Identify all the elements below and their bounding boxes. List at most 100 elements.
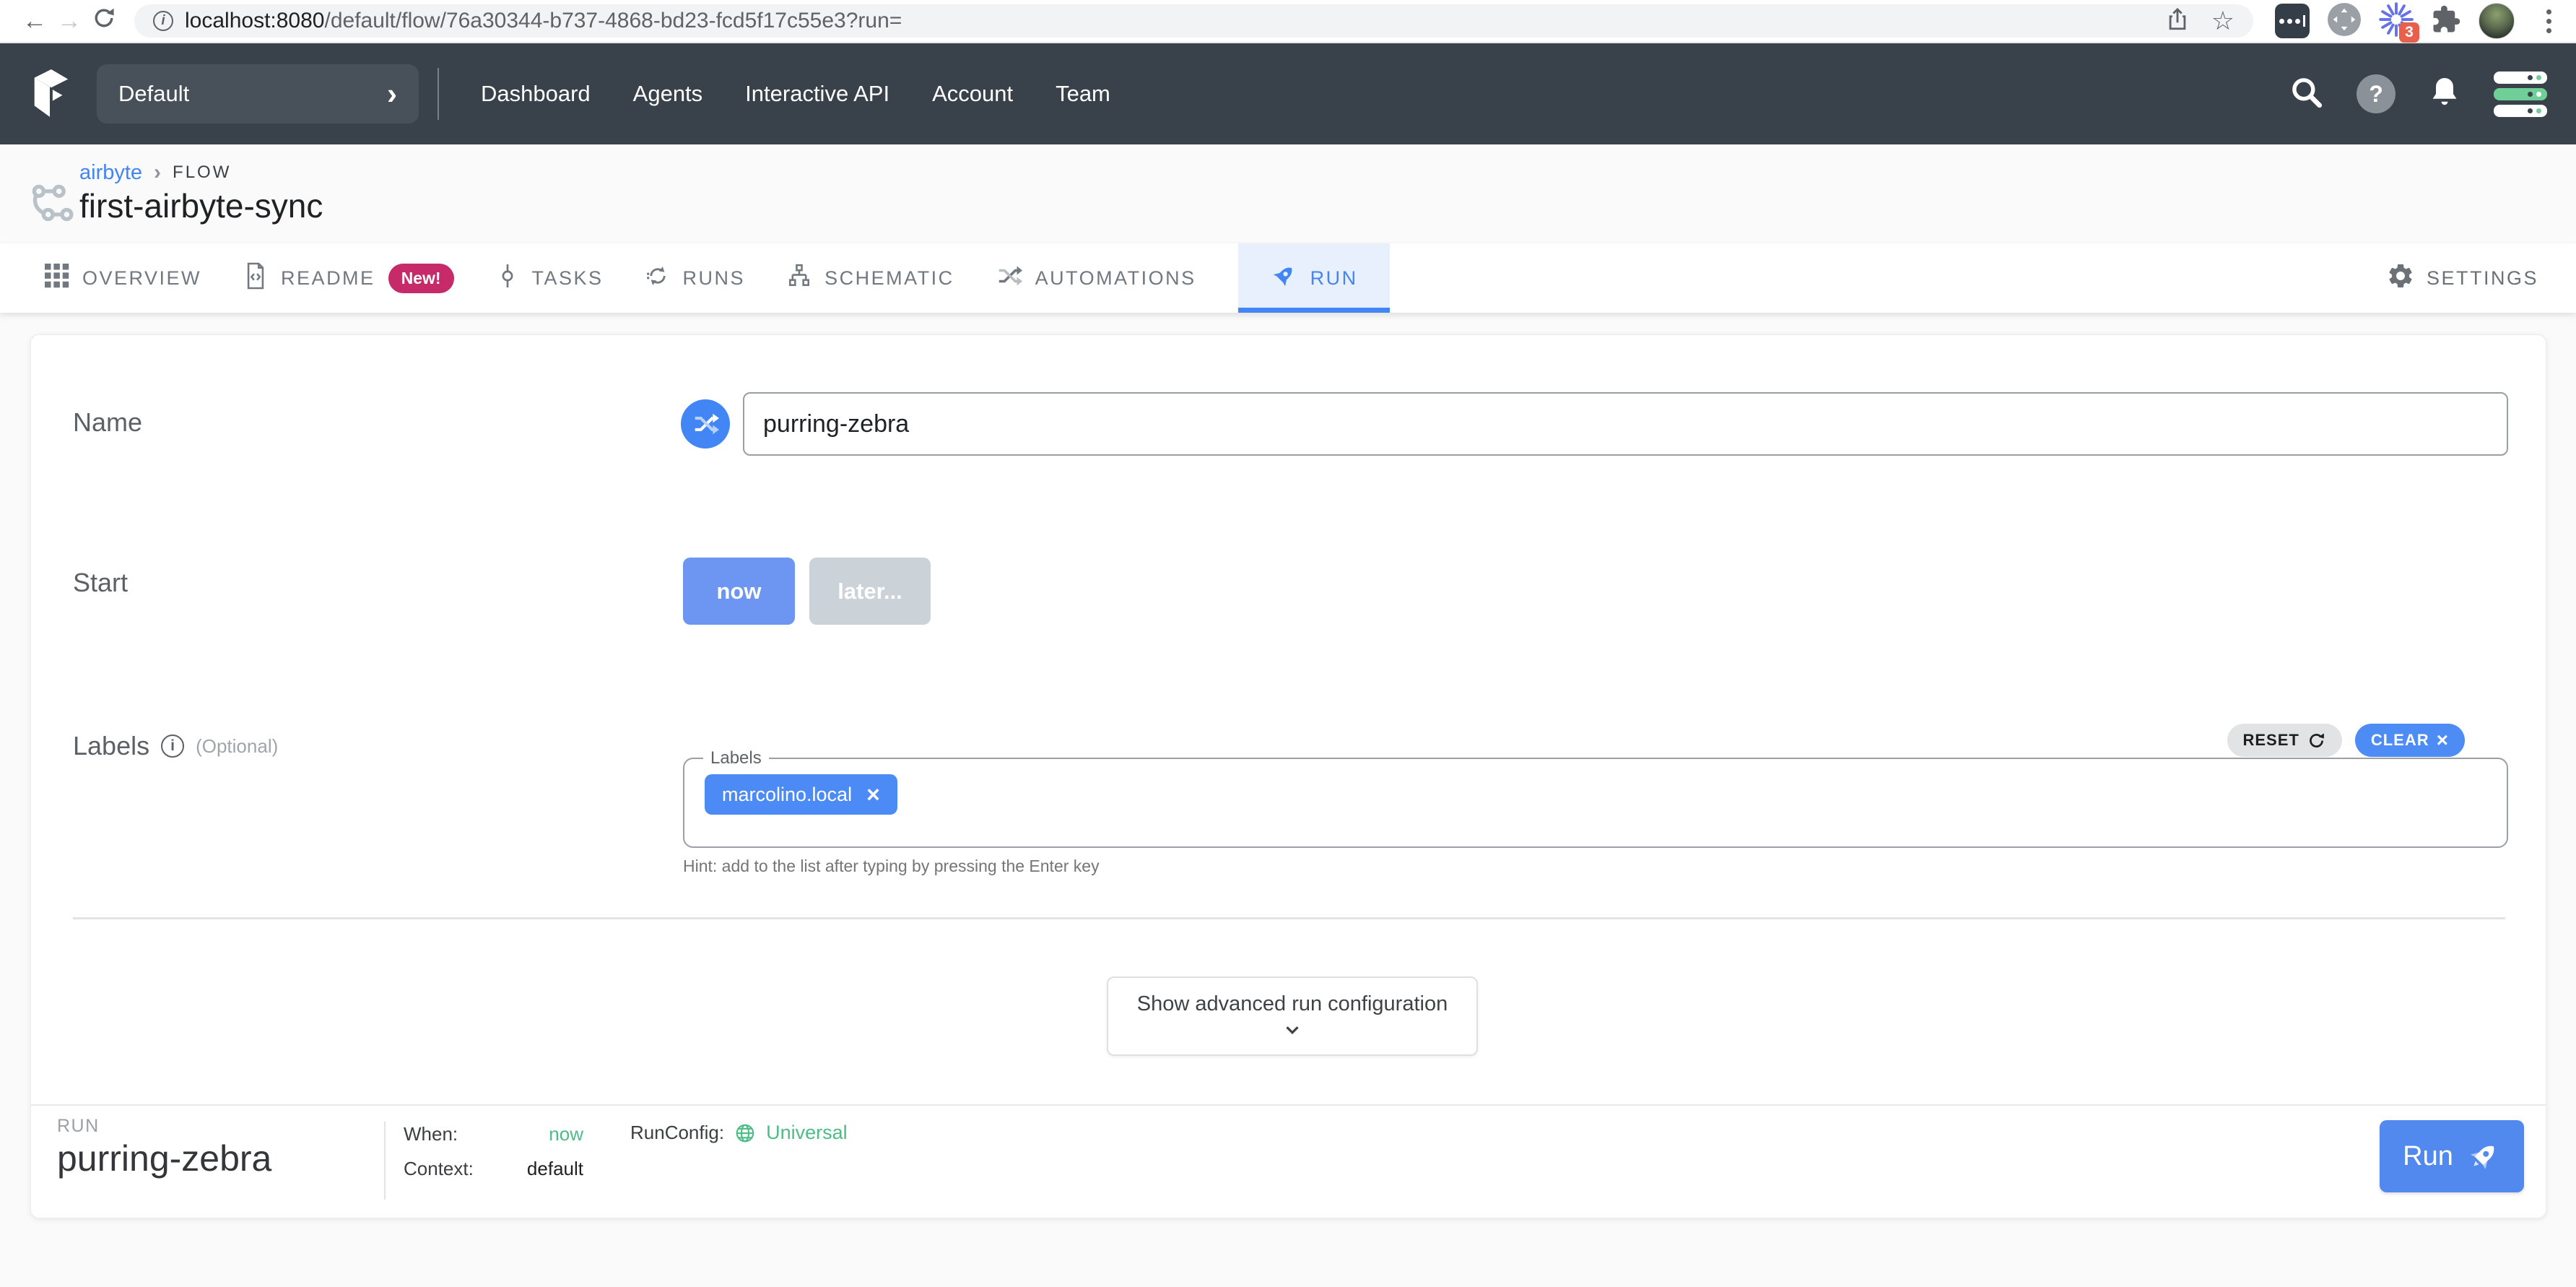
browser-forward-icon[interactable]: → <box>52 7 87 35</box>
browser-extensions: 3 <box>2275 2 2556 40</box>
tab-automations[interactable]: AUTOMATIONS <box>996 243 1196 313</box>
address-bar[interactable]: i localhost:8080/default/flow/76a30344-b… <box>134 4 2253 38</box>
run-summary-name: purring-zebra <box>57 1138 271 1179</box>
recorder-extension-icon[interactable] <box>2327 2 2362 40</box>
randomize-name-button[interactable] <box>681 399 730 448</box>
navbar-icons: ? <box>2289 72 2547 117</box>
show-advanced-button[interactable]: Show advanced run configuration <box>1107 976 1478 1056</box>
nav-link-account[interactable]: Account <box>932 81 1013 107</box>
nav-link-interactive-api[interactable]: Interactive API <box>745 81 889 107</box>
reset-label: RESET <box>2243 731 2299 750</box>
flow-icon <box>27 182 75 229</box>
breadcrumb: airbyte › FLOW <box>79 160 231 185</box>
schematic-tree-icon <box>787 264 811 293</box>
runconfig-value: Universal <box>766 1122 848 1144</box>
share-icon[interactable] <box>2165 7 2190 35</box>
bookmark-star-icon[interactable]: ☆ <box>2211 6 2235 36</box>
runs-loop-icon <box>645 264 670 293</box>
refresh-icon <box>2307 731 2326 750</box>
chevron-down-icon <box>1282 1019 1303 1041</box>
run-summary-bar: RUN purring-zebra When: now Context: def… <box>31 1104 2546 1218</box>
run-summary-label: RUN <box>57 1116 100 1137</box>
browser-reload-icon[interactable] <box>87 6 121 37</box>
start-later-button[interactable]: later... <box>809 558 931 625</box>
when-label: When: <box>404 1123 458 1145</box>
extensions-puzzle-icon[interactable] <box>2431 4 2461 38</box>
remove-label-icon[interactable]: × <box>866 783 880 806</box>
settings-label: SETTINGS <box>2427 267 2538 290</box>
shuffle-icon <box>996 263 1022 294</box>
site-info-icon[interactable]: i <box>153 11 173 31</box>
info-icon: i <box>161 734 184 758</box>
name-label: Name <box>73 407 142 438</box>
run-button[interactable]: Run <box>2380 1120 2524 1192</box>
new-badge: New! <box>388 264 454 293</box>
optional-label: (Optional) <box>196 735 278 758</box>
runconfig-row: RunConfig: Universal <box>630 1122 848 1144</box>
rocket-icon <box>1270 262 1297 295</box>
tab-label: RUNS <box>683 267 746 290</box>
navbar-divider <box>438 68 439 120</box>
browser-back-icon[interactable]: ← <box>17 7 52 35</box>
breadcrumb-namespace-link[interactable]: airbyte <box>79 161 142 185</box>
start-options: now later... <box>683 558 931 625</box>
labels-legend: Labels <box>703 748 769 768</box>
browser-menu-icon[interactable] <box>2542 5 2556 38</box>
footer-divider <box>384 1122 386 1200</box>
task-node-icon <box>496 263 519 294</box>
help-icon[interactable]: ? <box>2357 74 2396 113</box>
label-chip: marcolino.local × <box>705 774 897 815</box>
app-logo[interactable] <box>27 66 72 122</box>
readme-doc-icon <box>243 262 268 295</box>
project-selector[interactable]: Default › <box>97 64 419 124</box>
rocket-icon <box>2466 1139 2501 1174</box>
nav-link-team[interactable]: Team <box>1056 81 1110 107</box>
name-row <box>681 392 2508 456</box>
overview-grid-icon <box>45 264 69 293</box>
section-divider <box>73 917 2505 919</box>
nav-links: Dashboard Agents Interactive API Account… <box>481 81 1110 107</box>
tab-overview[interactable]: OVERVIEW <box>45 243 201 313</box>
tab-bar: OVERVIEW README New! TASKS RUNS SCHEMATI… <box>0 243 2576 313</box>
labels-hint: Hint: add to the list after typing by pr… <box>683 857 1100 876</box>
extension-badge: 3 <box>2399 22 2419 43</box>
start-now-button[interactable]: now <box>683 558 795 625</box>
context-value: default <box>461 1158 583 1180</box>
tab-label: TASKS <box>532 267 604 290</box>
labels-input-area[interactable]: Labels marcolino.local × <box>683 748 2508 848</box>
label-chip-text: marcolino.local <box>722 784 852 806</box>
globe-icon <box>734 1122 756 1144</box>
screen: ← → i localhost:8080/default/flow/76a303… <box>0 0 2576 1287</box>
chevron-right-icon: › <box>387 79 397 109</box>
advanced-label: Show advanced run configuration <box>1137 992 1448 1016</box>
nav-link-agents[interactable]: Agents <box>633 81 703 107</box>
browser-toolbar: ← → i localhost:8080/default/flow/76a303… <box>0 0 2576 43</box>
settings-button[interactable]: SETTINGS <box>2386 261 2538 295</box>
tab-label: OVERVIEW <box>82 267 201 290</box>
breadcrumb-chevron-icon: › <box>154 160 161 185</box>
page-header: airbyte › FLOW first-airbyte-sync VERSIO… <box>0 144 2576 243</box>
notifications-bell-icon[interactable] <box>2427 75 2462 113</box>
tab-label: SCHEMATIC <box>824 267 954 290</box>
page-title: first-airbyte-sync <box>79 186 323 225</box>
nav-link-dashboard[interactable]: Dashboard <box>481 81 591 107</box>
password-manager-extension-icon[interactable] <box>2275 4 2310 38</box>
project-name: Default <box>118 81 189 107</box>
tab-schematic[interactable]: SCHEMATIC <box>787 243 954 313</box>
search-icon[interactable] <box>2289 74 2325 114</box>
server-stack-icon[interactable] <box>2494 72 2547 117</box>
run-page-content: Name Start now later... Labels i (Option… <box>0 313 2576 1287</box>
app-navbar: Default › Dashboard Agents Interactive A… <box>0 43 2576 144</box>
tab-run[interactable]: RUN <box>1238 243 1390 313</box>
starburst-extension-icon[interactable]: 3 <box>2379 2 2414 40</box>
browser-profile-avatar[interactable] <box>2479 3 2515 39</box>
url-host: localhost:8080 <box>185 9 324 33</box>
tab-tasks[interactable]: TASKS <box>496 243 604 313</box>
when-value: now <box>461 1123 583 1145</box>
tab-label: README <box>281 267 375 290</box>
tab-readme[interactable]: README New! <box>243 243 453 313</box>
tab-runs[interactable]: RUNS <box>645 243 746 313</box>
clear-label: CLEAR <box>2371 731 2429 750</box>
start-label: Start <box>73 568 128 598</box>
run-name-input[interactable] <box>743 392 2508 456</box>
